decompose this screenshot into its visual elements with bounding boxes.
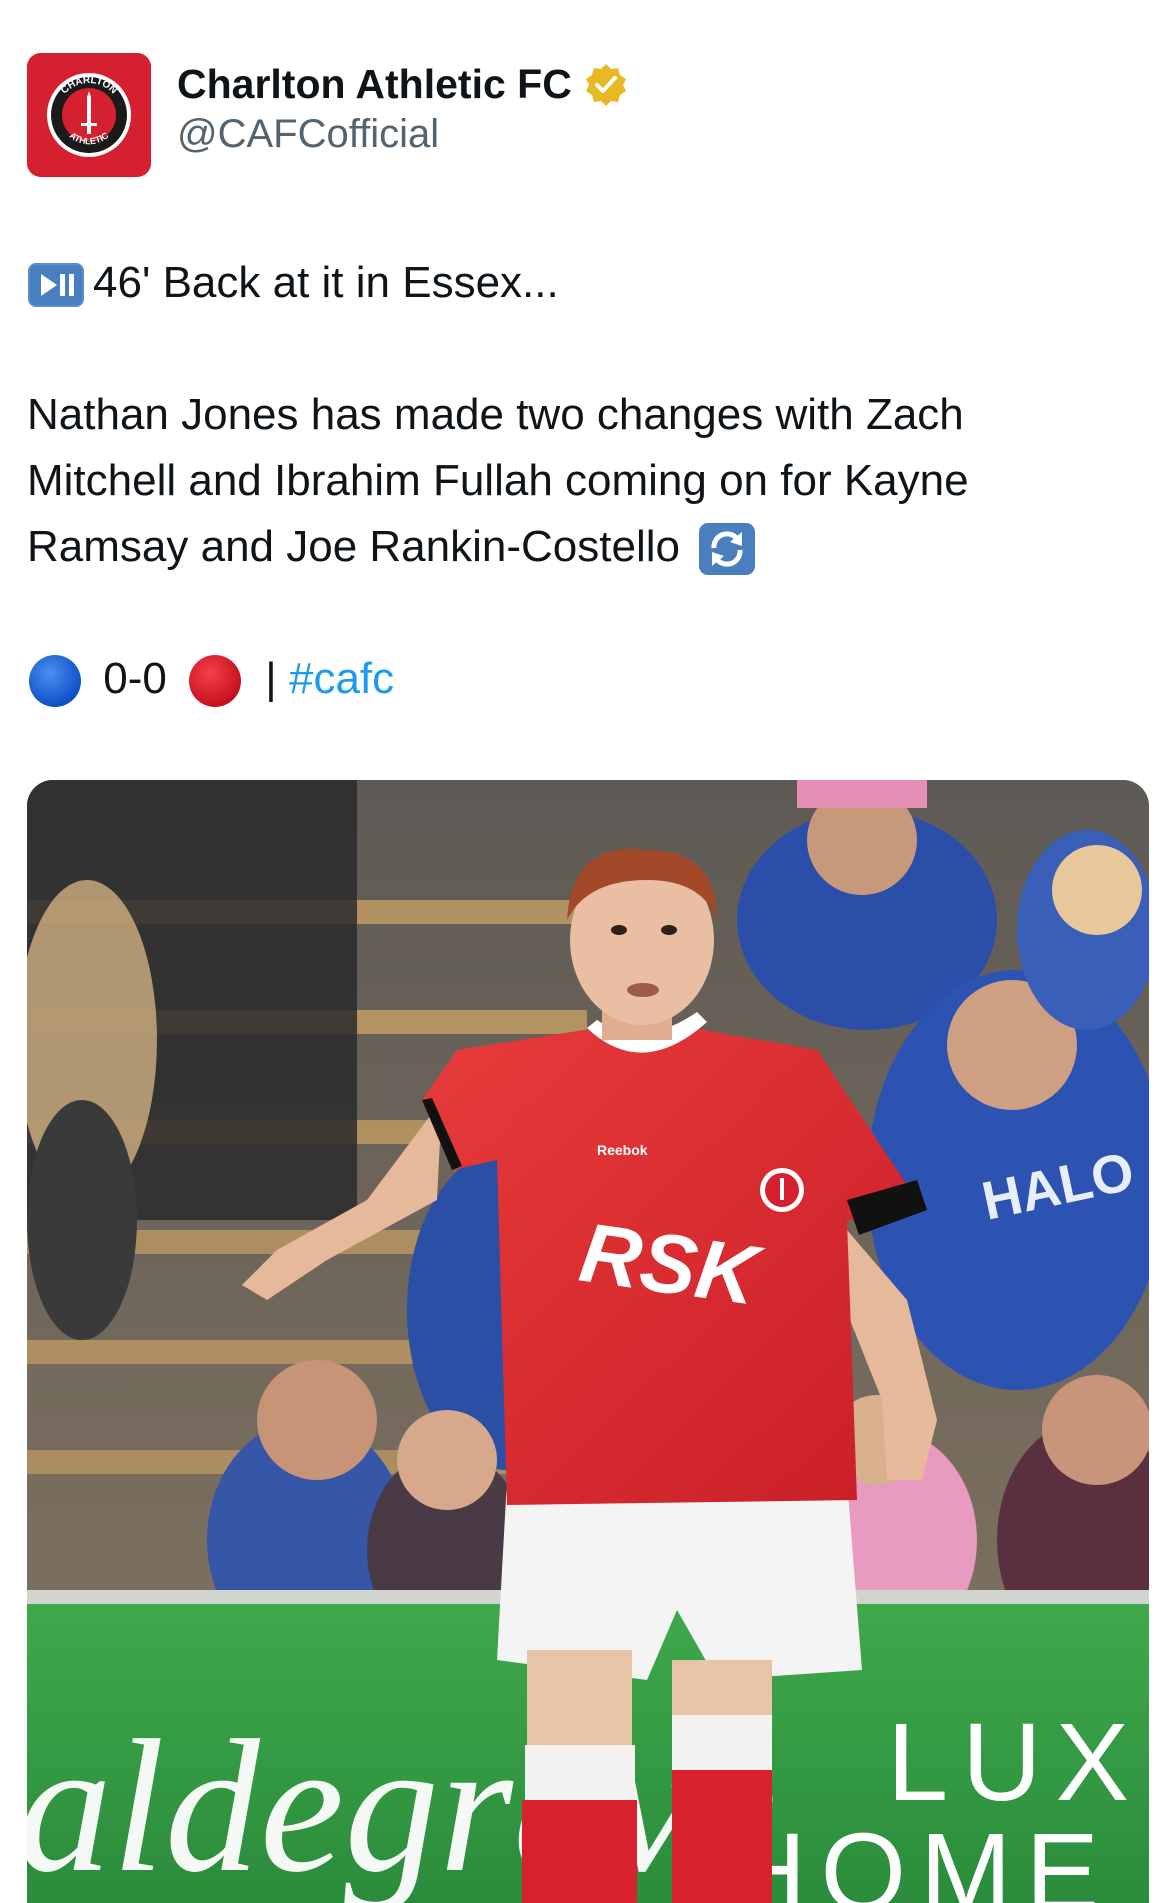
tweet-line-4: Ramsay and Joe Rankin-Costello bbox=[27, 522, 680, 571]
separator: | bbox=[265, 654, 277, 703]
tweet-line-2: Nathan Jones has made two changes with Z… bbox=[27, 390, 964, 439]
substitution-arrows-icon bbox=[699, 523, 756, 576]
tweet-text: 46' Back at it in Essex... Nathan Jones … bbox=[27, 250, 1147, 712]
tweet-line: Ramsay and Joe Rankin-Costello bbox=[27, 514, 1147, 580]
board-text-right-1: LUX bbox=[887, 1701, 1143, 1824]
tweet-header: CHARLTON ATHLETIC Charlton Athletic FC @… bbox=[27, 53, 1127, 177]
score: 0-0 bbox=[103, 654, 167, 703]
board-text-right-2: HOME bbox=[727, 1811, 1113, 1903]
play-pause-icon bbox=[28, 263, 84, 308]
board-text: aldegrave bbox=[27, 1702, 777, 1903]
verified-badge-icon bbox=[586, 64, 627, 106]
tweet-line-3: Mitchell and Ibrahim Fullah coming on fo… bbox=[27, 456, 969, 505]
display-name[interactable]: Charlton Athletic FC bbox=[177, 59, 572, 109]
charlton-crest-icon: CHARLTON ATHLETIC bbox=[27, 53, 151, 177]
kit-maker: Reebok bbox=[597, 1142, 648, 1158]
score-line: 0-0 | #cafc bbox=[27, 646, 1147, 712]
tweet-line: 46' Back at it in Essex... bbox=[27, 250, 1147, 316]
account-info: Charlton Athletic FC @CAFCofficial bbox=[177, 59, 628, 159]
avatar[interactable]: CHARLTON ATHLETIC bbox=[27, 53, 151, 177]
tweet-line-1: 46' Back at it in Essex... bbox=[93, 258, 559, 307]
player-photo: HALO aldegrave LUX HOME RSK Reebok bbox=[27, 780, 1149, 1903]
red-circle-icon bbox=[189, 655, 242, 708]
account-handle[interactable]: @CAFCofficial bbox=[177, 109, 628, 159]
blue-circle-icon bbox=[29, 655, 81, 708]
tweet-photo[interactable]: HALO aldegrave LUX HOME RSK Reebok bbox=[27, 780, 1149, 1903]
hashtag-link[interactable]: #cafc bbox=[289, 654, 394, 703]
